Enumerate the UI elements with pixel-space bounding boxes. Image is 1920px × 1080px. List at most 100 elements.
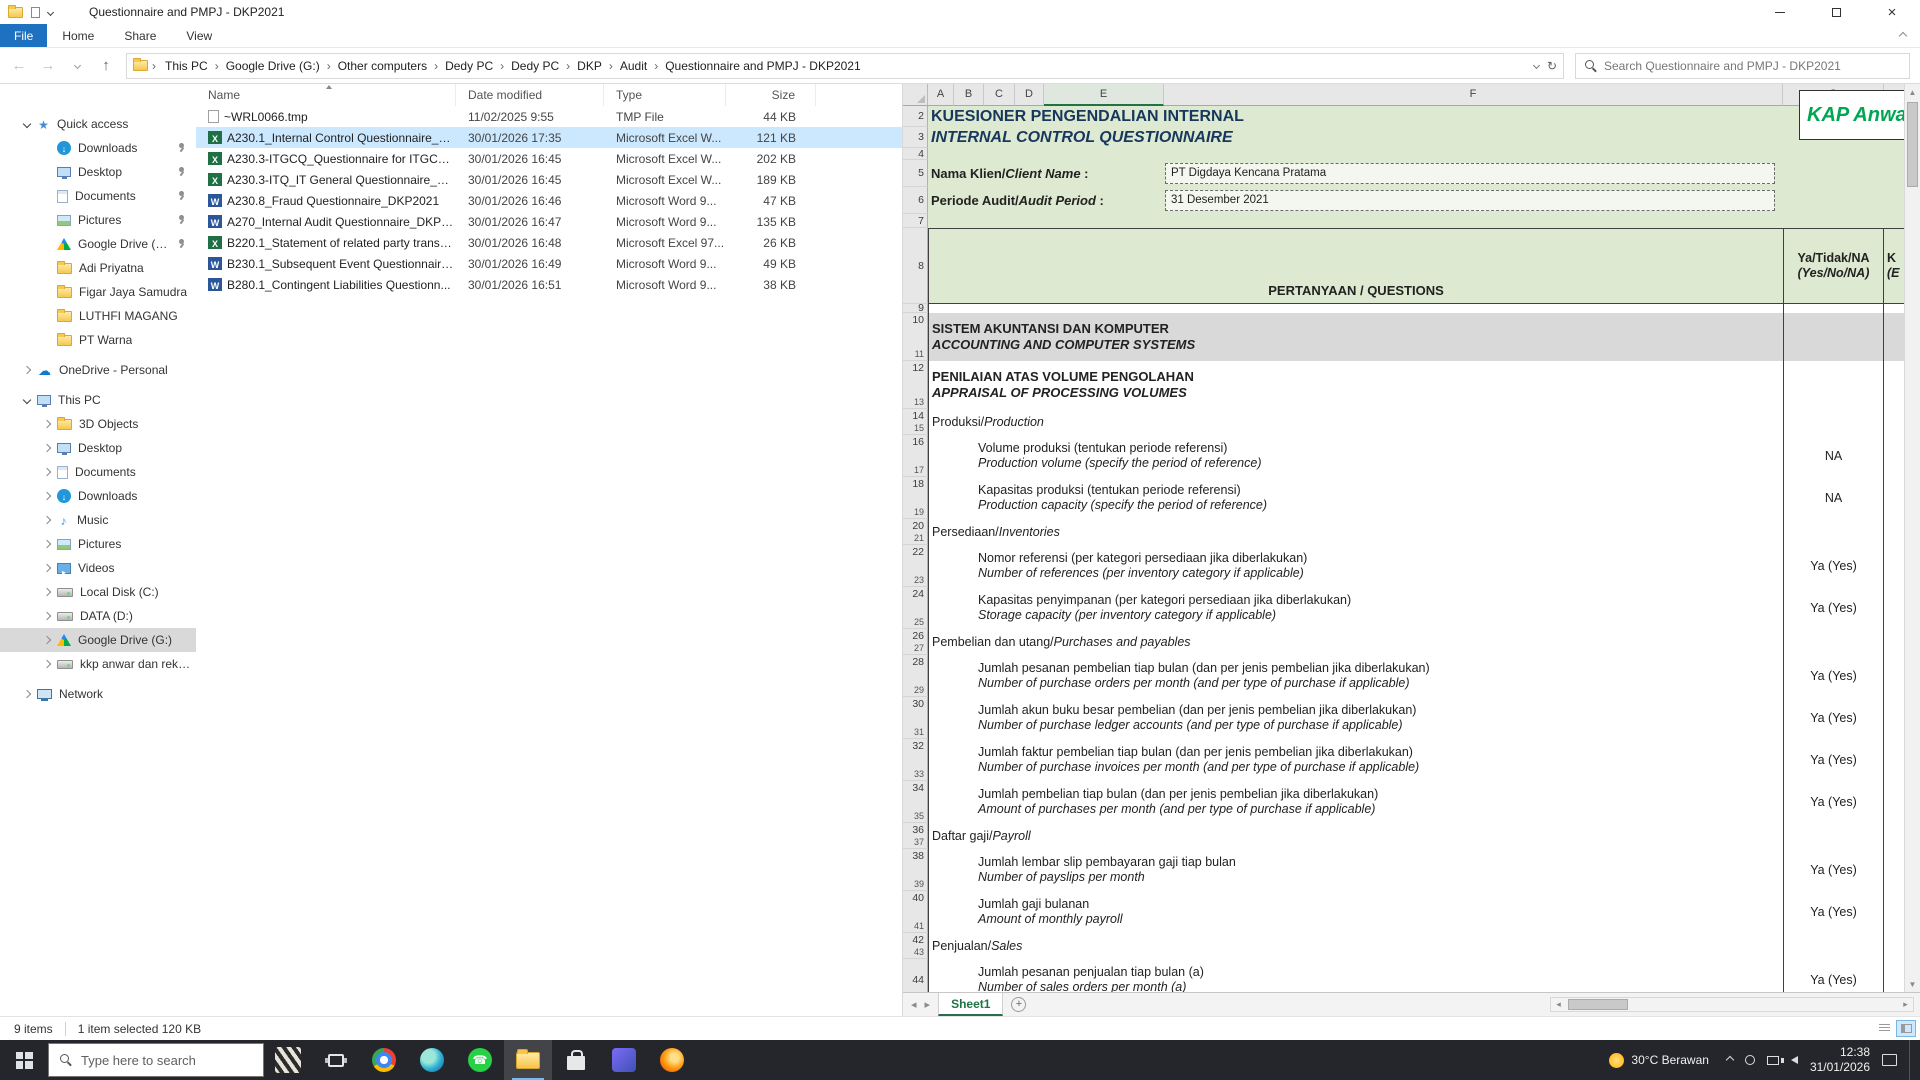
spreadsheet-row[interactable]: 2425Kapasitas penyimpanan (per kategori … bbox=[903, 587, 1904, 629]
chevron-right-icon[interactable] bbox=[43, 636, 51, 644]
large-icons-view-button[interactable] bbox=[1896, 1020, 1916, 1037]
address-bar[interactable]: › This PC›Google Drive (G:)›Other comput… bbox=[126, 53, 1564, 79]
sidebar-item-documents[interactable]: Documents bbox=[0, 460, 196, 484]
search-input[interactable] bbox=[1604, 59, 1900, 73]
spreadsheet-row[interactable]: 7 bbox=[903, 214, 1904, 228]
spreadsheet-column-A[interactable]: A bbox=[928, 84, 954, 106]
horizontal-scrollbar[interactable]: ◂ ▸ bbox=[1550, 997, 1914, 1012]
breadcrumb-item-this-pc[interactable]: This PC bbox=[160, 59, 213, 73]
spreadsheet-row[interactable]: 2829Jumlah pesanan pembelian tiap bulan … bbox=[903, 655, 1904, 697]
chevron-down-icon[interactable] bbox=[23, 120, 31, 128]
sidebar-item-google-drive-g[interactable]: Google Drive (G:) bbox=[0, 628, 196, 652]
spreadsheet-row[interactable]: 4041Jumlah gaji bulananAmount of monthly… bbox=[903, 891, 1904, 933]
taskbar-firefox[interactable] bbox=[648, 1040, 696, 1080]
file-row-wrl0066-tmp[interactable]: ~WRL0066.tmp11/02/2025 9:55TMP File44 KB bbox=[196, 106, 902, 127]
breadcrumb-item-dedy-pc[interactable]: Dedy PC bbox=[440, 59, 498, 73]
sheet-nav-right-icon[interactable]: ▸ bbox=[925, 998, 931, 1011]
sidebar-group-onedrive-personal[interactable]: OneDrive - Personal bbox=[0, 358, 196, 382]
quick-access-toolbar-icon[interactable] bbox=[31, 7, 40, 18]
breadcrumb-item-dkp[interactable]: DKP bbox=[572, 59, 607, 73]
file-row-a270-internal-audit-questionnaire-dkp2[interactable]: A270_Internal Audit Questionnaire_DKP2..… bbox=[196, 211, 902, 232]
spreadsheet-row[interactable]: 2223Nomor referensi (per kategori persed… bbox=[903, 545, 1904, 587]
forward-button[interactable]: → bbox=[35, 53, 61, 79]
breadcrumb-item-other-computers[interactable]: Other computers bbox=[333, 59, 432, 73]
spreadsheet-row[interactable]: 3INTERNAL CONTROL QUESTIONNAIRE bbox=[903, 127, 1904, 148]
chevron-right-icon[interactable] bbox=[43, 444, 51, 452]
spreadsheet-row[interactable]: 1011SISTEM AKUNTANSI DAN KOMPUTERACCOUNT… bbox=[903, 313, 1904, 361]
search-box[interactable] bbox=[1575, 53, 1910, 79]
breadcrumb-item-google-drive-g[interactable]: Google Drive (G:) bbox=[221, 59, 325, 73]
sidebar-item-pictures[interactable]: Pictures bbox=[0, 208, 196, 232]
breadcrumb-item-audit[interactable]: Audit bbox=[615, 59, 652, 73]
column-header-size[interactable]: Size bbox=[726, 84, 816, 106]
spreadsheet-row[interactable]: 1819Kapasitas produksi (tentukan periode… bbox=[903, 477, 1904, 519]
column-header-type[interactable]: Type bbox=[604, 84, 726, 106]
ribbon-tab-home[interactable]: Home bbox=[47, 24, 109, 47]
spreadsheet-row[interactable]: 9 bbox=[903, 304, 1904, 313]
sidebar-item-downloads[interactable]: Downloads bbox=[0, 484, 196, 508]
sidebar-item-local-disk-c[interactable]: Local Disk (C:) bbox=[0, 580, 196, 604]
file-row-b220-1-statement-of-related-party-transac[interactable]: B220.1_Statement of related party transa… bbox=[196, 232, 902, 253]
chevron-right-icon[interactable] bbox=[43, 540, 51, 548]
volume-icon[interactable] bbox=[1791, 1056, 1798, 1064]
sidebar-item-kkp-anwar-dan-rekan-1[interactable]: kkp anwar dan rekan (\\1 bbox=[0, 652, 196, 676]
vertical-scrollbar-thumb[interactable] bbox=[1907, 102, 1918, 187]
chevron-right-icon[interactable] bbox=[43, 588, 51, 596]
clock[interactable]: 12:38 31/01/2026 bbox=[1810, 1045, 1870, 1075]
address-dropdown-icon[interactable] bbox=[1533, 62, 1540, 69]
weather-widget[interactable]: 30°C Berawan bbox=[1603, 1053, 1715, 1068]
spreadsheet-row[interactable]: 5Nama Klien/Client Name :PT Digdaya Kenc… bbox=[903, 160, 1904, 187]
spreadsheet-column-D[interactable]: D bbox=[1015, 84, 1044, 106]
taskbar-edge[interactable] bbox=[408, 1040, 456, 1080]
chevron-right-icon[interactable] bbox=[43, 420, 51, 428]
spreadsheet-row[interactable]: 44Jumlah pesanan penjualan tiap bulan (a… bbox=[903, 959, 1904, 992]
spreadsheet-row[interactable]: 3637Daftar gaji/Payroll bbox=[903, 823, 1904, 849]
taskbar-search-input[interactable] bbox=[81, 1053, 252, 1068]
chevron-right-icon[interactable] bbox=[43, 612, 51, 620]
taskbar-task-view[interactable] bbox=[312, 1040, 360, 1080]
taskbar-whatsapp[interactable]: ☎ bbox=[456, 1040, 504, 1080]
ribbon-tab-share[interactable]: Share bbox=[109, 24, 171, 47]
sidebar-item-desktop[interactable]: Desktop bbox=[0, 436, 196, 460]
maximize-button[interactable] bbox=[1808, 0, 1864, 24]
scroll-down-icon[interactable]: ▼ bbox=[1905, 976, 1920, 992]
file-row-b280-1-contingent-liabilities-questionn[interactable]: B280.1_Contingent Liabilities Questionn.… bbox=[196, 274, 902, 295]
file-row-a230-3-itgcq-questionnaire-for-itgc-dk[interactable]: A230.3-ITGCQ_Questionnaire for ITGC_DK..… bbox=[196, 148, 902, 169]
chevron-down-icon[interactable] bbox=[23, 396, 31, 404]
quick-access-toolbar-dropdown-icon[interactable] bbox=[47, 8, 54, 15]
spreadsheet-row[interactable]: 3839Jumlah lembar slip pembayaran gaji t… bbox=[903, 849, 1904, 891]
spreadsheet-row[interactable]: 3435Jumlah pembelian tiap bulan (dan per… bbox=[903, 781, 1904, 823]
chevron-right-icon[interactable] bbox=[43, 564, 51, 572]
file-row-a230-8-fraud-questionnaire-dkp2021[interactable]: A230.8_Fraud Questionnaire_DKP202130/01/… bbox=[196, 190, 902, 211]
sidebar-item-3d-objects[interactable]: 3D Objects bbox=[0, 412, 196, 436]
column-header-date-modified[interactable]: Date modified bbox=[456, 84, 604, 106]
sidebar-item-luthfi-magang[interactable]: LUTHFI MAGANG bbox=[0, 304, 196, 328]
spreadsheet-row[interactable]: 2627Pembelian dan utang/Purchases and pa… bbox=[903, 629, 1904, 655]
sidebar-item-google-drive-g[interactable]: Google Drive (G:) bbox=[0, 232, 196, 256]
spreadsheet-row[interactable]: 6Periode Audit/Audit Period :31 Desember… bbox=[903, 187, 1904, 214]
sidebar-item-adi-priyatna[interactable]: Adi Priyatna bbox=[0, 256, 196, 280]
action-center-icon[interactable] bbox=[1882, 1054, 1897, 1066]
taskbar-chrome[interactable] bbox=[360, 1040, 408, 1080]
chevron-right-icon[interactable] bbox=[23, 366, 31, 374]
spreadsheet-column-E[interactable]: E bbox=[1044, 84, 1164, 106]
sidebar-item-data-d[interactable]: DATA (D:) bbox=[0, 604, 196, 628]
sidebar-item-desktop[interactable]: Desktop bbox=[0, 160, 196, 184]
spreadsheet-column-C[interactable]: C bbox=[984, 84, 1015, 106]
close-button[interactable]: × bbox=[1864, 0, 1920, 24]
collapse-ribbon-icon[interactable] bbox=[1899, 32, 1907, 40]
spreadsheet-column-B[interactable]: B bbox=[954, 84, 984, 106]
sidebar-item-music[interactable]: Music bbox=[0, 508, 196, 532]
file-row-b230-1-subsequent-event-questionnaire[interactable]: B230.1_Subsequent Event Questionnaire_..… bbox=[196, 253, 902, 274]
taskbar-file-explorer[interactable] bbox=[504, 1040, 552, 1080]
spreadsheet-row[interactable]: 1415Produksi/Production bbox=[903, 409, 1904, 435]
show-desktop-button[interactable] bbox=[1909, 1040, 1914, 1080]
sidebar-group-network[interactable]: Network bbox=[0, 682, 196, 706]
spreadsheet-column-F[interactable]: F bbox=[1164, 84, 1783, 106]
chevron-right-icon[interactable] bbox=[23, 690, 31, 698]
scroll-right-icon[interactable]: ▸ bbox=[1898, 999, 1913, 1010]
spreadsheet-row[interactable]: 3233Jumlah faktur pembelian tiap bulan (… bbox=[903, 739, 1904, 781]
ribbon-tab-view[interactable]: View bbox=[171, 24, 227, 47]
taskbar-search[interactable] bbox=[48, 1043, 264, 1077]
taskbar-widget-thumbnail[interactable] bbox=[264, 1040, 312, 1080]
